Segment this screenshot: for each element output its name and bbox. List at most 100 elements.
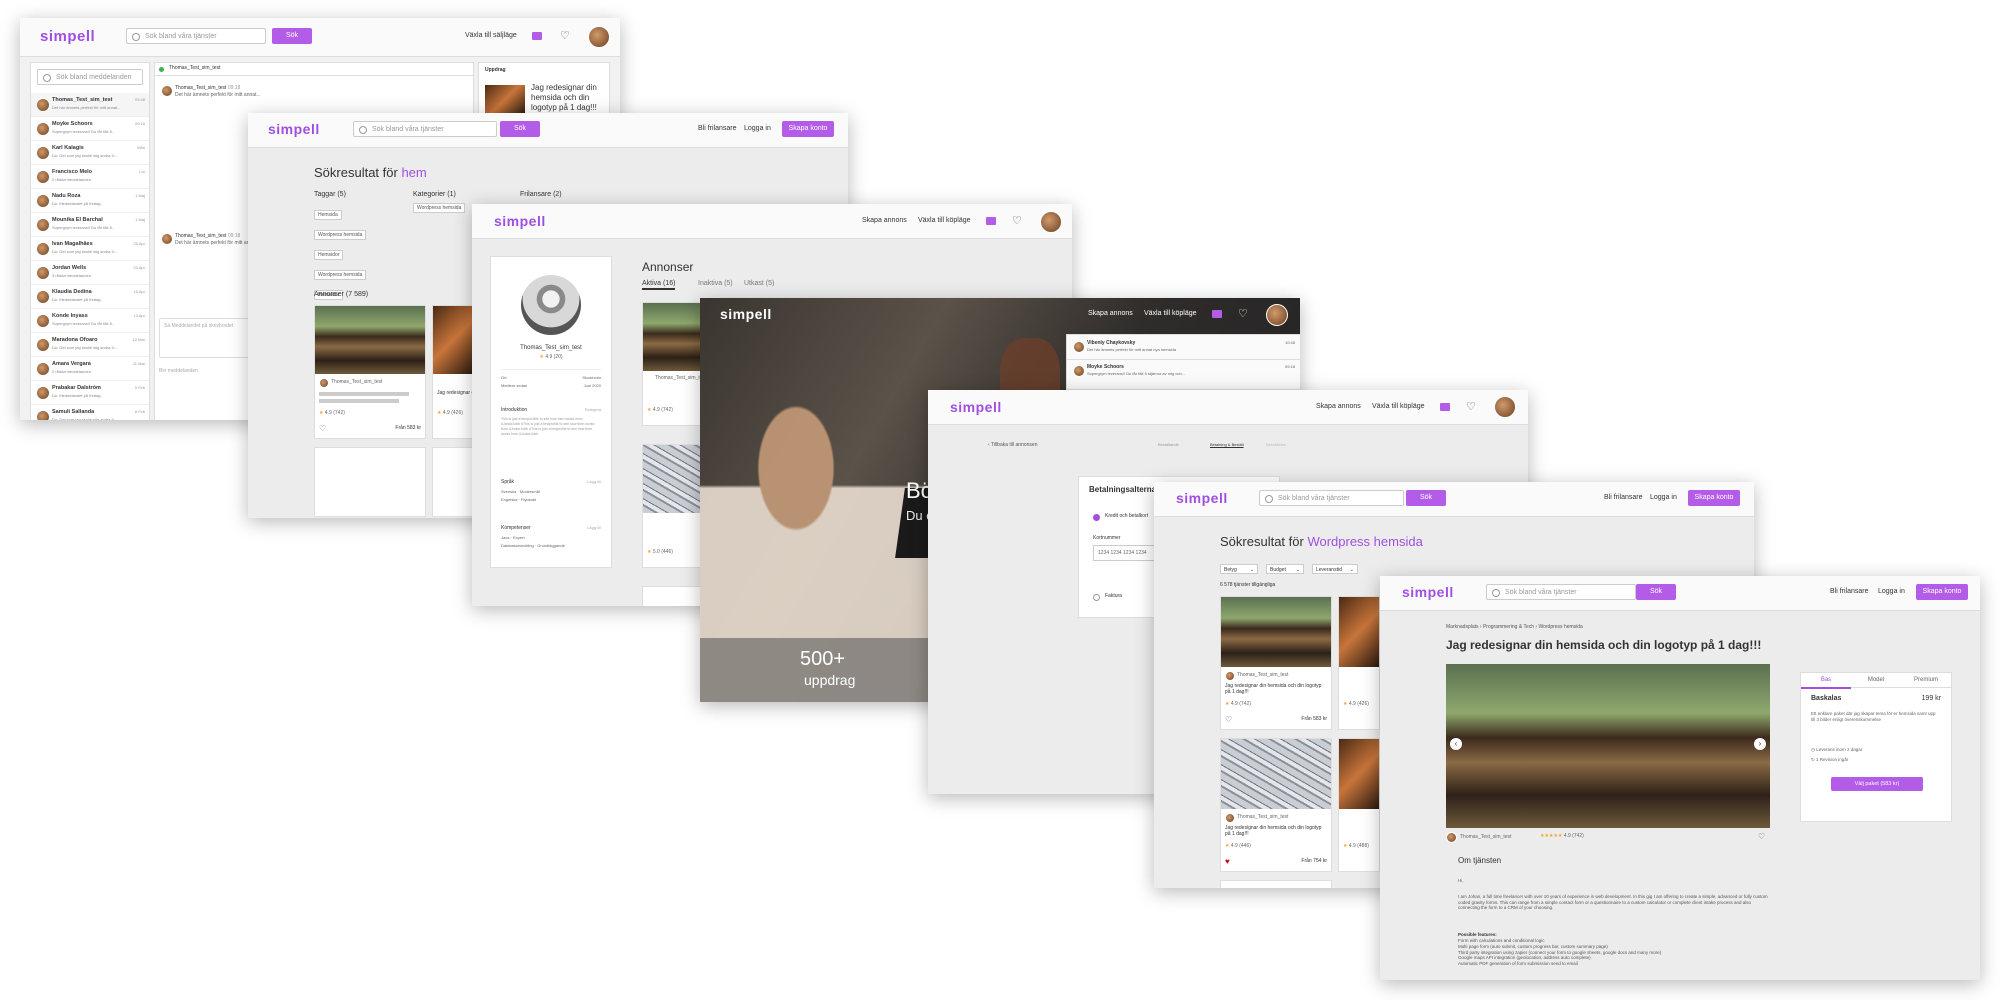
- become-freelancer-link[interactable]: Bli frilansare: [698, 125, 737, 132]
- switch-mode-link[interactable]: Växla till köpläge: [1144, 310, 1197, 317]
- login-link[interactable]: Logga in: [1878, 588, 1905, 595]
- notification-name[interactable]: Vibeniy Chaykovsky: [1087, 340, 1135, 346]
- package-tab-bas[interactable]: Bas: [1801, 673, 1851, 689]
- create-ad-link[interactable]: Skapa annons: [862, 217, 907, 224]
- logo[interactable]: simpell: [720, 306, 772, 322]
- seller-name[interactable]: Thomas_Test_sim_test: [331, 379, 382, 385]
- heart-icon[interactable]: ♡: [1225, 715, 1235, 725]
- switch-mode-link[interactable]: Växla till köpläge: [918, 217, 971, 224]
- service-title[interactable]: Jag redesignar din hemsida och din logot…: [1225, 825, 1325, 837]
- conversation-item[interactable]: Maradona Ofoaro 12 Mar Du: Det som jag sku…: [31, 333, 149, 357]
- uppdrag-thumbnail[interactable]: [485, 85, 525, 115]
- service-image[interactable]: [1339, 597, 1379, 667]
- search-input[interactable]: Sök bland våra tjänster: [1486, 584, 1636, 600]
- tag-chip[interactable]: Wordpress hemsida: [314, 270, 367, 280]
- conversation-item[interactable]: Samuli Sallanda 8 Feb Du: Det som jag skul…: [31, 405, 149, 420]
- breadcrumb-item[interactable]: Marknadsplats: [1446, 624, 1479, 630]
- tag-chip[interactable]: Hemsidor: [314, 250, 344, 260]
- radio-card[interactable]: [1093, 514, 1100, 521]
- ad-image[interactable]: [643, 303, 703, 371]
- ad-image[interactable]: [643, 445, 703, 513]
- service-image[interactable]: [433, 306, 473, 374]
- heart-icon[interactable]: ♡: [1466, 402, 1476, 413]
- conversation-item[interactable]: Moyke Schoors 09:18 Supergrym leverans!! D…: [31, 117, 149, 141]
- notification-name[interactable]: Moyke Schoors: [1087, 364, 1124, 370]
- avatar[interactable]: [1266, 304, 1288, 326]
- service-image[interactable]: [1221, 739, 1331, 809]
- filter-delivery[interactable]: Leveranstid ⌄: [1312, 564, 1358, 574]
- logo[interactable]: simpell: [494, 213, 546, 229]
- tab-inactive[interactable]: Inaktiva (5): [698, 280, 733, 287]
- option-invoice-label[interactable]: Faktura: [1105, 593, 1122, 599]
- create-account-button[interactable]: Skapa konto: [1916, 584, 1968, 600]
- package-tab-premium[interactable]: Premium: [1901, 673, 1951, 688]
- service-title[interactable]: Jag redesignar din hemsida och din logot…: [1225, 683, 1325, 695]
- create-ad-link[interactable]: Skapa annons: [1088, 310, 1133, 317]
- login-link[interactable]: Logga in: [744, 125, 771, 132]
- chevron-left-icon[interactable]: ‹: [1450, 738, 1462, 750]
- message-search-input[interactable]: Sök bland meddelanden: [37, 69, 143, 85]
- logo[interactable]: simpell: [1402, 584, 1454, 600]
- conversation-item[interactable]: Karl Kalagis Mån Du: Det som jag skulle sl…: [31, 141, 149, 165]
- breadcrumb-item[interactable]: Wordpress hemsida: [1538, 624, 1582, 630]
- breadcrumb-item[interactable]: Programmering & Tech: [1483, 624, 1534, 630]
- create-account-button[interactable]: Skapa konto: [782, 121, 834, 137]
- heart-icon[interactable]: ♡: [1012, 216, 1022, 227]
- conversation-item[interactable]: Prabakar Dalstróm 9 Feb Du: Meddelandet på…: [31, 381, 149, 405]
- filter-rating[interactable]: Betyg ⌄: [1220, 564, 1258, 574]
- switch-mode-link[interactable]: Växla till köpläge: [1372, 403, 1425, 410]
- messages-icon[interactable]: [532, 32, 542, 40]
- logo[interactable]: simpell: [1176, 490, 1228, 506]
- logo[interactable]: simpell: [40, 28, 95, 45]
- tab-active[interactable]: Aktiva (16): [642, 280, 676, 290]
- login-link[interactable]: Logga in: [1650, 494, 1677, 501]
- create-ad-link[interactable]: Skapa annons: [1316, 403, 1361, 410]
- seller-name[interactable]: Thomas_Test_sim_test: [1460, 834, 1511, 840]
- option-card-label[interactable]: Kredit och betalkort: [1105, 513, 1148, 519]
- heart-icon[interactable]: ♥: [1225, 857, 1235, 867]
- uppdrag-text[interactable]: Jag redesignar din hemsida och din logot…: [531, 83, 603, 113]
- search-input[interactable]: Sök bland våra tjänster: [353, 121, 497, 137]
- service-card[interactable]: Thomas_Test_sim_test ★ 4.9 (742) ♡ Från …: [314, 305, 426, 439]
- conversation-item[interactable]: Klaudia Dedina 15 Apr Du: Meddelandet på f…: [31, 285, 149, 309]
- service-image[interactable]: [315, 306, 425, 374]
- messages-icon[interactable]: [986, 217, 996, 225]
- conversation-item[interactable]: Ivan Magalhães 25 Apr Du: Det som jag skul…: [31, 237, 149, 261]
- ad-card[interactable]: [642, 586, 704, 606]
- conversation-item[interactable]: Amara Vergara 11 Mar 2 rådda meddelanden: [31, 357, 149, 381]
- service-card[interactable]: [314, 447, 426, 517]
- chevron-right-icon[interactable]: ›: [1754, 738, 1766, 750]
- service-card[interactable]: [432, 447, 474, 517]
- seller-name[interactable]: Thomas_Test_sim_test: [1237, 814, 1288, 820]
- avatar[interactable]: [1040, 211, 1062, 233]
- back-link[interactable]: ‹ Tillbaka till annonsen: [988, 442, 1038, 448]
- messages-icon[interactable]: [1212, 310, 1222, 318]
- filter-budget[interactable]: Budget ⌄: [1266, 564, 1304, 574]
- tag-chip[interactable]: Hemsida: [314, 210, 342, 220]
- heart-icon[interactable]: ♡: [560, 31, 570, 42]
- service-card[interactable]: Thomas_Test_sim_test Jag redesignar din …: [1220, 738, 1332, 872]
- conversation-item[interactable]: Jordan Wells 20 Apr 3 rådda meddelanden: [31, 261, 149, 285]
- search-input[interactable]: Sök bland våra tjänster: [126, 28, 266, 44]
- service-card[interactable]: Jag redesignar din hemsida och din logot…: [432, 305, 533, 439]
- service-image[interactable]: [1221, 597, 1331, 667]
- service-image[interactable]: [1339, 739, 1379, 809]
- conversation-item[interactable]: Thomas_Test_sim_test 09:48 Det här ämnets …: [31, 93, 149, 117]
- service-card[interactable]: ★ 4.9 (426): [1338, 596, 1380, 730]
- search-button[interactable]: Sök: [1406, 490, 1446, 506]
- conversation-item[interactable]: Mounika El Barchal 1 Maj Supergrym leveran…: [31, 213, 149, 237]
- avatar[interactable]: [588, 26, 610, 48]
- seller-name[interactable]: Thomas_Test_sim_test: [1237, 672, 1288, 678]
- radio-invoice[interactable]: [1093, 594, 1100, 601]
- messages-icon[interactable]: [1440, 403, 1450, 411]
- service-card[interactable]: [1220, 880, 1332, 888]
- logo[interactable]: simpell: [950, 399, 1002, 415]
- create-account-button[interactable]: Skapa konto: [1688, 490, 1740, 506]
- intro-edit-link[interactable]: Redigera: [585, 407, 601, 412]
- heart-icon[interactable]: ♡: [1758, 832, 1768, 842]
- heart-icon[interactable]: ♡: [1238, 309, 1248, 320]
- avatar[interactable]: [1494, 396, 1516, 418]
- search-input[interactable]: Sök bland våra tjänster: [1259, 490, 1404, 506]
- become-freelancer-link[interactable]: Bli frilansare: [1830, 588, 1869, 595]
- search-button[interactable]: Sök: [500, 121, 540, 137]
